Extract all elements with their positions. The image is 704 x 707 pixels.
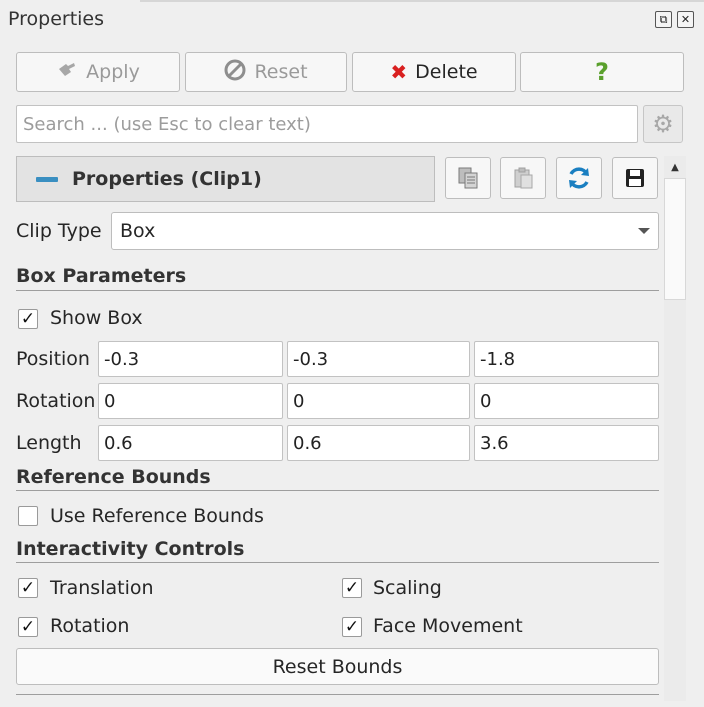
apply-icon <box>56 60 78 85</box>
save-icon <box>626 169 644 187</box>
translation-label: Translation <box>50 577 154 599</box>
gear-icon[interactable]: ⚙ <box>643 105 683 143</box>
titlebar-divider <box>140 0 704 2</box>
panel-titlebar <box>0 0 704 40</box>
reference-bounds-heading: Reference Bounds <box>16 466 211 488</box>
section-title: Properties (Clip1) <box>72 168 262 190</box>
reset-bounds-label: Reset Bounds <box>272 655 403 678</box>
help-icon: ? <box>595 58 609 86</box>
rotation-label: Rotation <box>16 390 96 412</box>
reload-icon <box>569 167 589 189</box>
reset-bounds-button[interactable]: Reset Bounds <box>16 648 659 685</box>
float-panel-icon[interactable]: ⧉ <box>655 11 672 28</box>
show-box-checkbox[interactable]: ✓ <box>18 309 38 329</box>
clip-type-value: Box <box>120 220 156 242</box>
use-reference-bounds-label: Use Reference Bounds <box>50 505 264 527</box>
rotation-x-field[interactable] <box>98 383 283 419</box>
save-defaults-button[interactable] <box>612 157 658 199</box>
restore-defaults-button[interactable] <box>556 157 602 199</box>
checkmark-icon: ✓ <box>20 616 36 637</box>
reset-icon <box>224 59 246 86</box>
paste-properties-button[interactable] <box>500 157 546 199</box>
length-y-field[interactable] <box>287 425 470 461</box>
face-movement-checkbox[interactable]: ✓ <box>342 617 362 637</box>
chevron-down-icon <box>638 228 650 234</box>
clip-type-label: Clip Type <box>16 220 102 242</box>
copy-icon <box>458 167 478 189</box>
delete-button[interactable]: ✖ Delete <box>352 52 516 92</box>
face-movement-label: Face Movement <box>373 615 523 637</box>
position-z-field[interactable] <box>474 341 659 377</box>
paste-icon <box>514 167 533 189</box>
help-button[interactable]: ? <box>520 52 684 92</box>
panel-title: Properties <box>8 8 105 30</box>
search-input[interactable] <box>16 105 638 143</box>
scaling-label: Scaling <box>373 577 442 599</box>
reset-label: Reset <box>254 61 308 83</box>
checkmark-icon: ✓ <box>344 577 360 598</box>
rotation-y-field[interactable] <box>287 383 470 419</box>
position-label: Position <box>16 348 90 370</box>
divider <box>16 490 659 491</box>
scrollbar-thumb[interactable] <box>664 178 686 300</box>
rotation-z-field[interactable] <box>474 383 659 419</box>
length-x-field[interactable] <box>98 425 283 461</box>
clip-type-select[interactable]: Box <box>111 212 659 250</box>
divider <box>16 694 659 695</box>
apply-label: Apply <box>86 61 140 83</box>
position-x-field[interactable] <box>98 341 283 377</box>
apply-button[interactable]: Apply <box>16 52 180 92</box>
reset-button[interactable]: Reset <box>185 52 347 92</box>
divider <box>16 290 659 291</box>
close-panel-icon[interactable]: ✕ <box>677 11 694 28</box>
use-reference-bounds-checkbox[interactable] <box>18 506 38 526</box>
rotation-control-label: Rotation <box>50 615 130 637</box>
delete-x-icon: ✖ <box>390 60 408 84</box>
scaling-checkbox[interactable]: ✓ <box>342 578 362 598</box>
length-label: Length <box>16 432 82 454</box>
checkmark-icon: ✓ <box>344 616 360 637</box>
show-box-label: Show Box <box>50 307 143 329</box>
scroll-up-arrow-icon[interactable]: ▲ <box>664 156 686 178</box>
copy-properties-button[interactable] <box>445 157 491 199</box>
box-parameters-heading: Box Parameters <box>16 265 187 287</box>
length-z-field[interactable] <box>474 425 659 461</box>
delete-label: Delete <box>415 61 478 83</box>
checkmark-icon: ✓ <box>20 308 36 329</box>
checkmark-icon: ✓ <box>20 577 36 598</box>
position-y-field[interactable] <box>287 341 470 377</box>
divider <box>16 562 659 563</box>
collapse-minus-icon[interactable] <box>36 177 58 182</box>
rotation-checkbox[interactable]: ✓ <box>18 617 38 637</box>
interactivity-controls-heading: Interactivity Controls <box>16 538 245 560</box>
translation-checkbox[interactable]: ✓ <box>18 578 38 598</box>
